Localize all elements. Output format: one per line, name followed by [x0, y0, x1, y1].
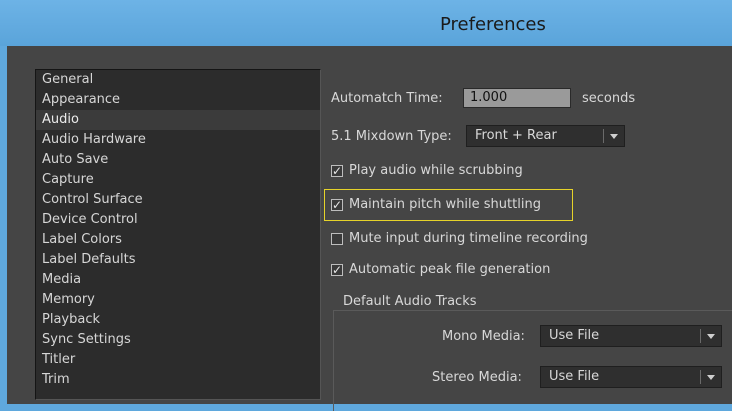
category-item[interactable]: Capture — [36, 170, 320, 190]
category-item[interactable]: Audio Hardware — [36, 130, 320, 150]
category-item[interactable]: Media — [36, 270, 320, 290]
select-divider — [603, 129, 604, 143]
category-item[interactable]: Device Control — [36, 210, 320, 230]
mixdown-type-label: 5.1 Mixdown Type: — [331, 129, 452, 144]
mono-media-select[interactable]: Use File — [540, 325, 722, 347]
option-label: Mute input during timeline recording — [349, 231, 588, 246]
window-title: Preferences — [440, 14, 546, 35]
category-item[interactable]: Control Surface — [36, 190, 320, 210]
stereo-media-label: Stereo Media: — [432, 370, 522, 385]
stereo-media-select[interactable]: Use File — [540, 366, 722, 388]
mixdown-type-select[interactable]: Front + Rear — [466, 125, 625, 147]
category-item[interactable]: Playback — [36, 310, 320, 330]
category-item[interactable]: Trim — [36, 370, 320, 390]
default-audio-tracks-title: Default Audio Tracks — [339, 294, 481, 309]
option-label: Automatic peak file generation — [349, 262, 551, 277]
preferences-dialog: General Appearance Audio Audio Hardware Auto… — [7, 46, 732, 411]
mono-media-label: Mono Media: — [442, 329, 525, 344]
category-item[interactable]: Label Colors — [36, 230, 320, 250]
automatch-unit-label: seconds — [582, 91, 636, 106]
select-divider — [700, 329, 701, 343]
mono-media-value: Use File — [549, 328, 600, 343]
category-item[interactable]: Auto Save — [36, 150, 320, 170]
category-item[interactable]: Titler — [36, 350, 320, 370]
chevron-down-icon — [707, 334, 715, 339]
stereo-media-value: Use File — [549, 369, 600, 384]
option-label: Maintain pitch while shuttling — [349, 197, 541, 212]
checkbox[interactable]: ✓ — [331, 165, 343, 177]
checkbox[interactable]: ✓ — [331, 199, 343, 211]
checkbox[interactable] — [331, 233, 343, 245]
category-item[interactable]: Appearance — [36, 90, 320, 110]
automatch-time-label: Automatch Time: — [331, 91, 443, 106]
category-item[interactable]: Audio — [36, 110, 320, 130]
option-label: Play audio while scrubbing — [349, 163, 523, 178]
category-item[interactable]: Memory — [36, 290, 320, 310]
category-list[interactable]: General Appearance Audio Audio Hardware Auto… — [35, 69, 321, 400]
category-item[interactable]: Label Defaults — [36, 250, 320, 270]
category-item[interactable]: Sync Settings — [36, 330, 320, 350]
mixdown-type-value: Front + Rear — [475, 128, 557, 143]
automatch-time-input[interactable]: 1.000 — [463, 88, 571, 108]
category-item[interactable]: General — [36, 70, 320, 90]
title-bar: Preferences — [0, 0, 732, 46]
select-divider — [700, 370, 701, 384]
checkbox[interactable]: ✓ — [331, 264, 343, 276]
chevron-down-icon — [707, 375, 715, 380]
chevron-down-icon — [610, 134, 618, 139]
